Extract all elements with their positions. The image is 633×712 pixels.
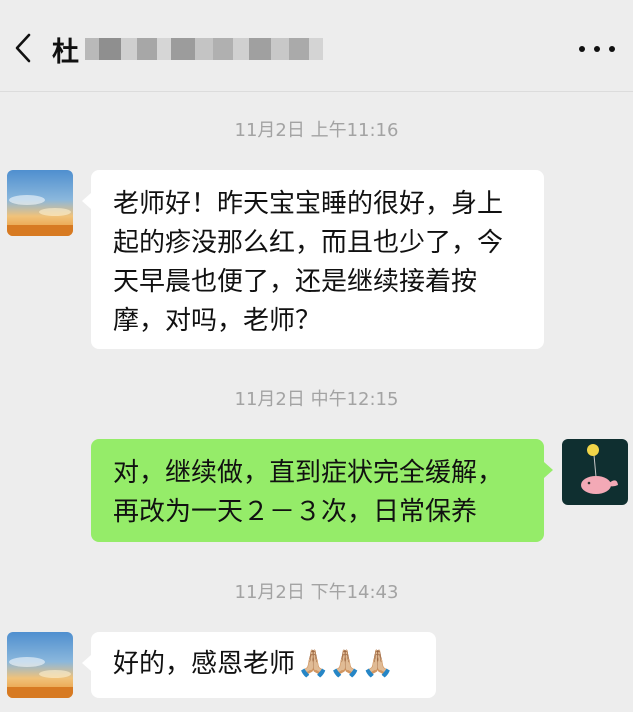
message-line: 起的疹没那么红，而且也少了，今 <box>113 228 504 258</box>
back-button[interactable] <box>8 28 38 68</box>
timestamp: 11月2日 下午14:43 <box>234 582 399 603</box>
message-line: 天早晨也便了，还是继续接着按 <box>113 267 478 297</box>
chevron-left-icon <box>15 33 31 63</box>
more-button[interactable] <box>579 38 615 60</box>
praying-hands-icon: 🙏🏼🙏🏼🙏🏼 <box>297 649 395 679</box>
timestamp: 11月2日 上午11:16 <box>234 120 399 141</box>
more-dots-icon <box>579 46 585 52</box>
sunset-avatar-icon <box>7 170 73 236</box>
timestamp: 11月2日 中午12:15 <box>234 389 399 410</box>
message-line: 摩，对吗，老师？ <box>113 306 322 336</box>
message-line: 再改为一天２－３次，日常保养 <box>113 497 478 527</box>
chat-header: 杜 <box>0 0 633 92</box>
message-line: 对，继续做，直到症状完全缓解， <box>113 458 504 488</box>
message-line: 老师好！昨天宝宝睡的很好，身上 <box>113 189 504 219</box>
sunset-avatar-icon <box>7 632 73 698</box>
chat-title[interactable]: 杜 <box>52 30 323 68</box>
whale-avatar-icon <box>562 439 628 505</box>
message-bubble-sent[interactable]: 对，继续做，直到症状完全缓解， 再改为一天２－３次，日常保养 <box>91 439 544 542</box>
blurred-name <box>85 38 323 60</box>
avatar[interactable] <box>7 170 73 236</box>
avatar[interactable] <box>562 439 628 505</box>
message-bubble-received[interactable]: 老师好！昨天宝宝睡的很好，身上 起的疹没那么红，而且也少了，今 天早晨也便了，还… <box>91 170 544 349</box>
contact-name: 杜 <box>52 36 79 68</box>
avatar[interactable] <box>7 632 73 698</box>
message-bubble-received[interactable]: 好的，感恩老师🙏🏼🙏🏼🙏🏼 <box>91 632 436 698</box>
message-text: 好的，感恩老师 <box>113 649 296 679</box>
